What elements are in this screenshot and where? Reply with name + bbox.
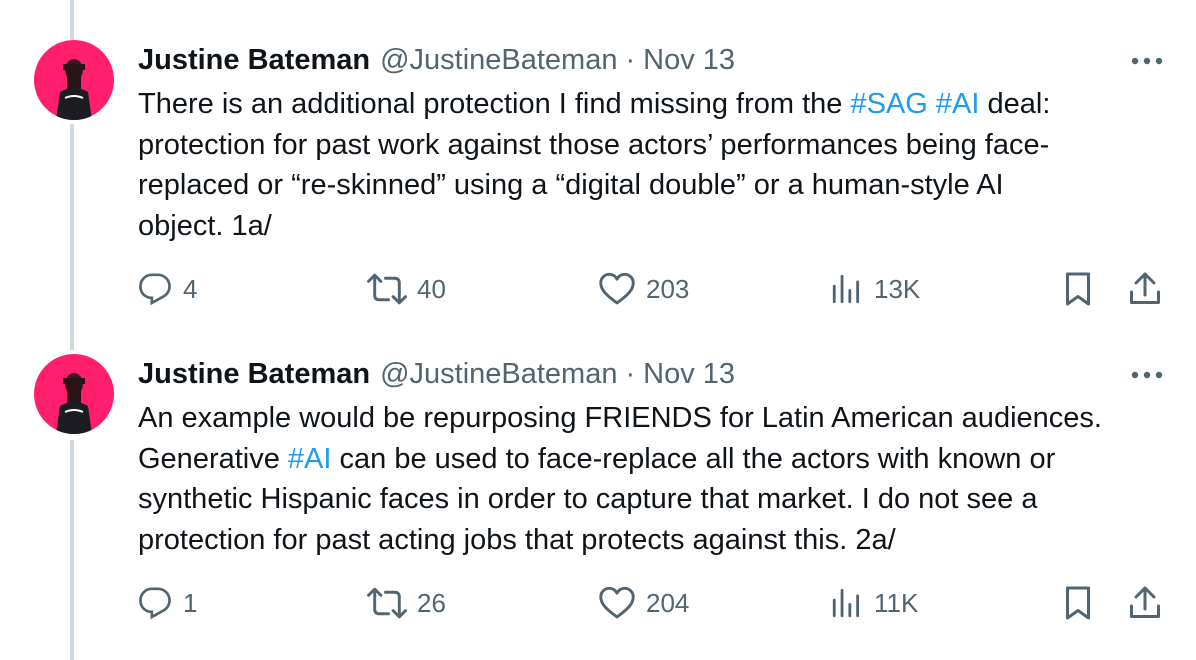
reply-count: 4 (183, 273, 198, 304)
tweet-text: An example would be repurposing FRIENDS … (138, 398, 1148, 560)
separator-dot: · (625, 357, 636, 390)
tweet-text-segment: There is an additional protection I find… (138, 88, 851, 120)
tweet-text-line: protection for past acting jobs that pro… (138, 520, 1148, 561)
tweet-text-line: Generative #AI can be used to face-repla… (138, 439, 1148, 480)
retweet-count: 40 (417, 273, 446, 304)
reply-icon (137, 272, 173, 306)
like-count: 204 (646, 587, 690, 618)
bookmark-button[interactable] (1062, 269, 1094, 309)
hashtag-link[interactable]: #SAG (850, 88, 927, 120)
views-icon (830, 586, 864, 620)
avatar[interactable] (34, 354, 114, 434)
tweet[interactable]: Justine Bateman @JustineBateman · Nov 13… (0, 340, 1196, 660)
tweet-text-line: synthetic Hispanic faces in order to cap… (138, 479, 1148, 520)
hashtag-link[interactable]: #AI (936, 88, 980, 120)
retweet-button[interactable]: 26 (367, 583, 446, 623)
tweet-header: Justine Bateman @JustineBateman · Nov 13 (138, 356, 735, 392)
author-name[interactable]: Justine Bateman (138, 358, 370, 391)
more-icon[interactable] (1127, 365, 1167, 385)
tweet-text-segment: can be used to face-replace all the acto… (331, 442, 1056, 475)
tweet-actions: 4 40 203 13K (0, 269, 1196, 309)
author-handle[interactable]: @JustineBateman (380, 44, 617, 77)
tweet-text-segment (928, 88, 936, 120)
reply-button[interactable]: 1 (137, 583, 197, 623)
tweet-text-segment: Generative (138, 442, 288, 475)
share-icon (1128, 585, 1162, 621)
tweet-date[interactable]: Nov 13 (643, 44, 735, 77)
tweet-text-segment: An example would be repurposing FRIENDS … (138, 402, 1102, 434)
avatar[interactable] (34, 40, 114, 120)
tweet-text-line: There is an additional protection I find… (138, 84, 1148, 125)
tweet[interactable]: Justine Bateman @JustineBateman · Nov 13… (0, 0, 1196, 340)
tweet-actions: 1 26 204 11K (0, 583, 1196, 623)
views-button[interactable]: 11K (830, 583, 918, 623)
tweet-text-segment: replaced or “re-skinned” using a “digita… (138, 169, 1004, 201)
like-button[interactable]: 204 (598, 583, 689, 623)
like-button[interactable]: 203 (598, 269, 689, 309)
bookmark-icon (1062, 585, 1094, 621)
tweet-text-line: object. 1a/ (138, 206, 1148, 247)
views-button[interactable]: 13K (830, 269, 920, 309)
tweet-text: There is an additional protection I find… (138, 84, 1148, 246)
reply-count: 1 (183, 587, 198, 618)
share-button[interactable] (1128, 583, 1162, 623)
bookmark-icon (1062, 271, 1094, 307)
bookmark-button[interactable] (1062, 583, 1094, 623)
like-count: 203 (646, 273, 690, 304)
retweet-button[interactable]: 40 (367, 269, 446, 309)
share-icon (1128, 271, 1162, 307)
reply-icon (137, 586, 173, 620)
tweet-header: Justine Bateman @JustineBateman · Nov 13 (138, 42, 735, 78)
views-icon (830, 272, 864, 306)
tweet-date[interactable]: Nov 13 (643, 358, 735, 391)
tweet-text-line: An example would be repurposing FRIENDS … (138, 398, 1148, 439)
retweet-icon (367, 586, 407, 620)
tweet-text-segment: synthetic Hispanic faces in order to cap… (138, 483, 1038, 515)
author-handle[interactable]: @JustineBateman (380, 358, 617, 391)
heart-icon (598, 272, 636, 306)
tweet-text-segment: object. 1a/ (138, 209, 272, 242)
share-button[interactable] (1128, 269, 1162, 309)
retweet-count: 26 (417, 587, 446, 618)
views-count: 13K (874, 273, 921, 304)
tweet-text-segment: protection for past acting jobs that pro… (138, 523, 896, 556)
retweet-icon (367, 272, 407, 306)
heart-icon (598, 586, 636, 620)
tweet-text-line: replaced or “re-skinned” using a “digita… (138, 165, 1148, 206)
views-count: 11K (874, 587, 919, 618)
tweet-text-line: protection for past work against those a… (138, 125, 1148, 166)
separator-dot: · (625, 43, 636, 76)
more-icon[interactable] (1127, 51, 1167, 71)
tweet-text-segment: protection for past work against those a… (138, 128, 1050, 161)
reply-button[interactable]: 4 (137, 269, 197, 309)
hashtag-link[interactable]: #AI (288, 443, 332, 475)
author-name[interactable]: Justine Bateman (138, 44, 370, 77)
tweet-text-segment: deal: (979, 88, 1051, 120)
